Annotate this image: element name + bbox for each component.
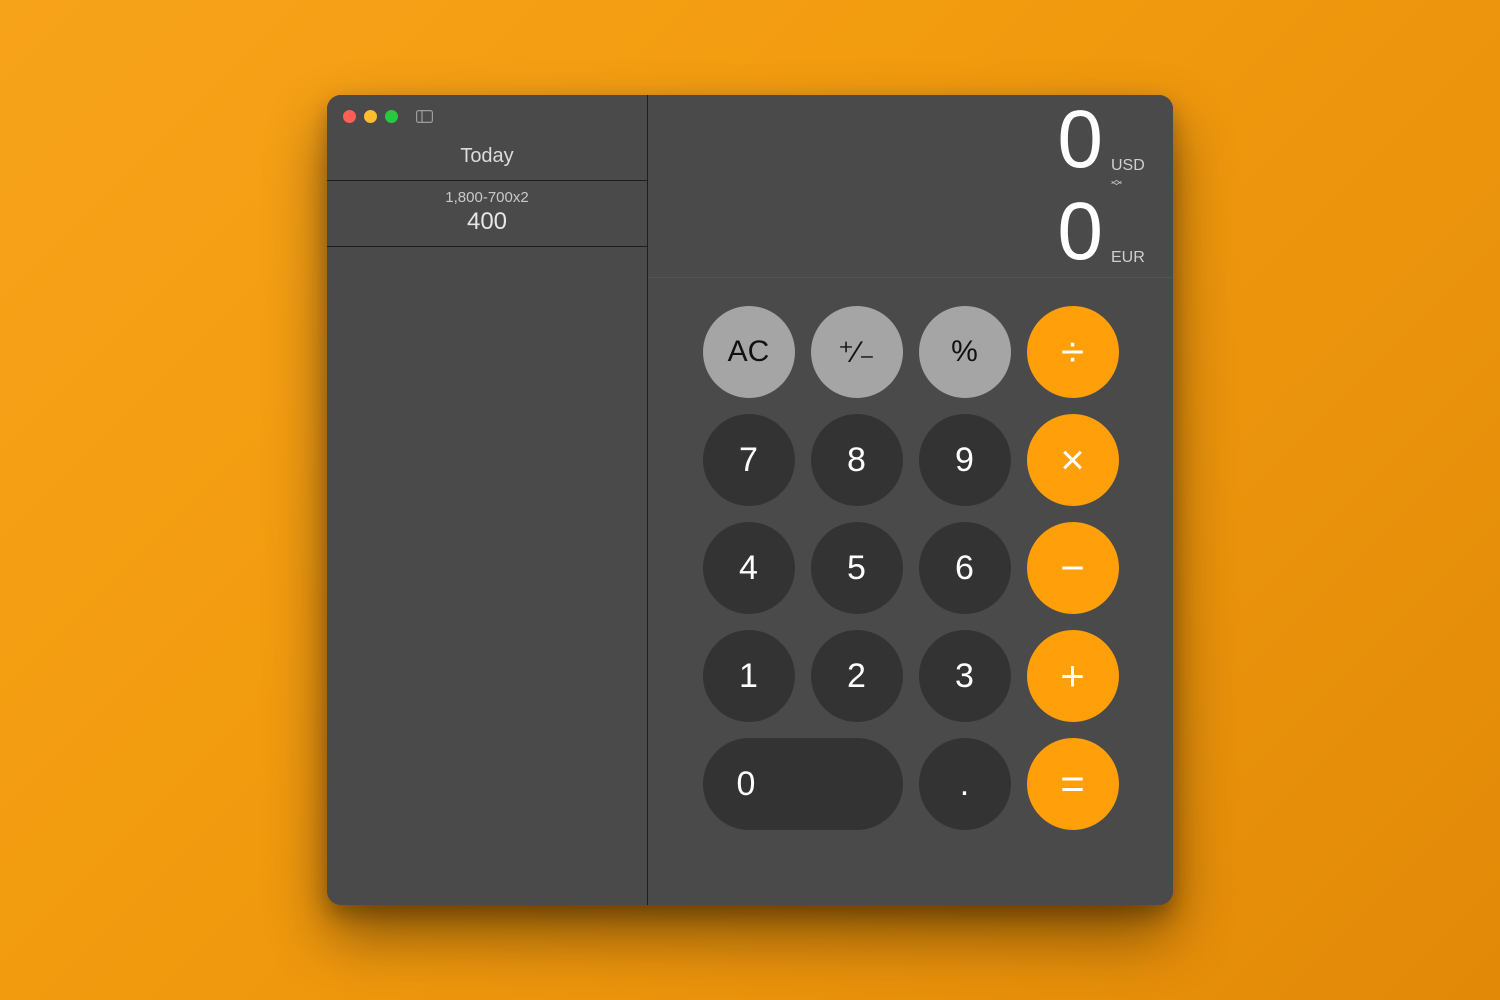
- history-expression: 1,800-700x2: [327, 189, 647, 206]
- secondary-currency-label[interactable]: EUR: [1111, 249, 1151, 267]
- multiply-button[interactable]: ×: [1027, 414, 1119, 506]
- digit-8-button[interactable]: 8: [811, 414, 903, 506]
- fullscreen-icon[interactable]: [385, 110, 398, 123]
- digit-0-button[interactable]: 0: [703, 738, 903, 830]
- close-icon[interactable]: [343, 110, 356, 123]
- percent-button[interactable]: %: [919, 306, 1011, 398]
- calculator-main: 0 USD ︿﹀ 0 EUR AC ⁺∕₋ % ÷ 7 8: [648, 95, 1173, 905]
- keypad: AC ⁺∕₋ % ÷ 7 8 9 × 4 5 6 − 1 2 3 + 0 . =: [648, 278, 1173, 905]
- digit-3-button[interactable]: 3: [919, 630, 1011, 722]
- equals-button[interactable]: =: [1027, 738, 1119, 830]
- secondary-display-value: 0: [1057, 191, 1103, 273]
- calculator-window: Today 1,800-700x2 400 0 USD ︿﹀ 0 EUR: [327, 95, 1173, 905]
- minimize-icon[interactable]: [364, 110, 377, 123]
- sign-toggle-button[interactable]: ⁺∕₋: [811, 306, 903, 398]
- digit-5-button[interactable]: 5: [811, 522, 903, 614]
- divide-button[interactable]: ÷: [1027, 306, 1119, 398]
- swap-currencies-icon[interactable]: ︿﹀: [1111, 177, 1151, 191]
- digit-1-button[interactable]: 1: [703, 630, 795, 722]
- window-titlebar: [327, 95, 647, 137]
- history-sidebar: Today 1,800-700x2 400: [327, 95, 648, 905]
- primary-currency-label[interactable]: USD: [1111, 157, 1151, 175]
- digit-2-button[interactable]: 2: [811, 630, 903, 722]
- decimal-button[interactable]: .: [919, 738, 1011, 830]
- all-clear-button[interactable]: AC: [703, 306, 795, 398]
- history-result: 400: [327, 208, 647, 236]
- display-area: 0 USD ︿﹀ 0 EUR: [648, 95, 1173, 278]
- minus-button[interactable]: −: [1027, 522, 1119, 614]
- digit-6-button[interactable]: 6: [919, 522, 1011, 614]
- digit-7-button[interactable]: 7: [703, 414, 795, 506]
- digit-4-button[interactable]: 4: [703, 522, 795, 614]
- history-date-header: Today: [327, 137, 647, 181]
- primary-display-value: 0: [1057, 99, 1103, 181]
- plus-button[interactable]: +: [1027, 630, 1119, 722]
- history-item[interactable]: 1,800-700x2 400: [327, 181, 647, 247]
- digit-9-button[interactable]: 9: [919, 414, 1011, 506]
- toggle-sidebar-icon[interactable]: [416, 109, 433, 123]
